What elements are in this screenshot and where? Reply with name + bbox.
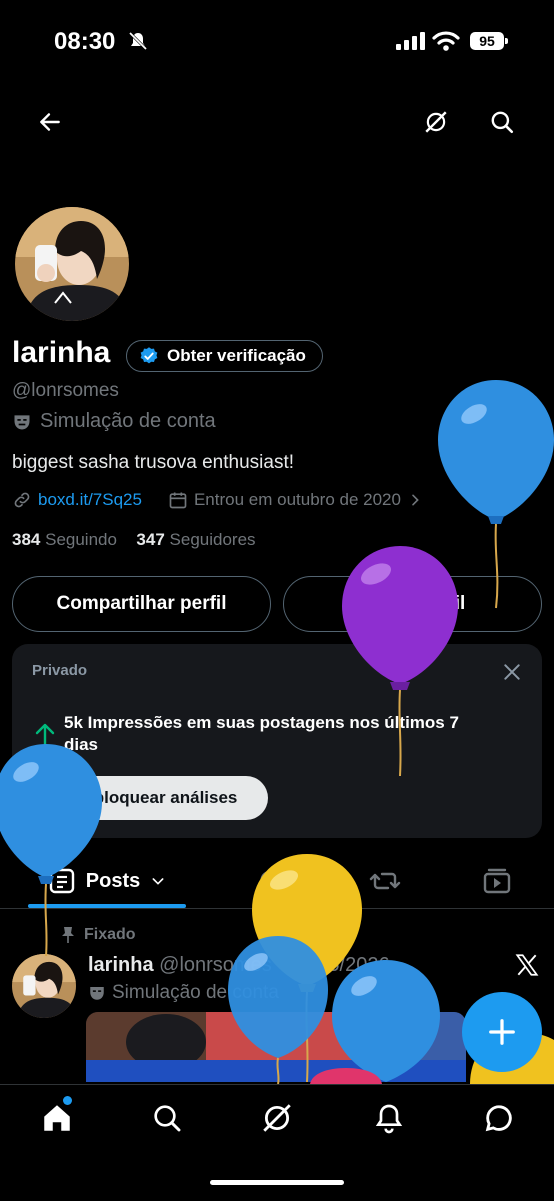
close-card-button[interactable]	[496, 656, 528, 688]
blue-balloon-icon	[0, 744, 102, 957]
calendar-icon	[169, 492, 187, 509]
tab-media[interactable]	[472, 856, 522, 906]
joined-date: Entrou em outubro de 2020	[193, 490, 401, 509]
media-icon	[483, 868, 511, 894]
pink-balloon-icon	[310, 1068, 382, 1084]
home-icon	[44, 1105, 70, 1131]
search-button[interactable]	[482, 102, 522, 142]
nav-messages[interactable]	[474, 1100, 524, 1136]
profile-link[interactable]: boxd.it/7Sq25	[38, 490, 142, 510]
battery-indicator: 95	[470, 32, 508, 50]
share-profile-button[interactable]: Compartilhar perfil	[12, 576, 271, 632]
avatar-photo	[15, 207, 129, 321]
back-button[interactable]	[30, 102, 70, 142]
simulation-text: Simulação de conta	[40, 410, 216, 432]
search-icon	[154, 1105, 181, 1132]
x-logo-icon	[515, 954, 539, 976]
grok-icon	[425, 111, 447, 133]
avatar-photo	[12, 954, 76, 1018]
nav-grok[interactable]	[252, 1100, 302, 1136]
profile-handle: @lonrsomes	[12, 380, 119, 401]
theater-mask-icon	[90, 987, 104, 1000]
profile-meta: boxd.it/7Sq25 Entrou em outubro de 2020	[12, 490, 423, 510]
link-icon	[14, 492, 30, 508]
cellular-signal-icon	[396, 32, 425, 50]
chat-bubble-icon	[485, 1105, 512, 1132]
follow-counts: 384 Seguindo 347 Seguidores	[12, 530, 256, 550]
theater-mask-icon	[14, 414, 30, 429]
nav-home[interactable]	[32, 1096, 82, 1136]
get-verified-button[interactable]: Obter verificação	[126, 340, 323, 372]
tab-reposts[interactable]	[360, 856, 410, 906]
arrow-left-icon	[40, 113, 60, 131]
chevron-down-icon	[152, 878, 164, 885]
simulation-label: Simulação de conta	[12, 410, 216, 433]
purple-balloon-icon	[342, 546, 458, 777]
plus-icon	[489, 1019, 515, 1045]
profile-bio: biggest sasha trusova enthusiast!	[12, 452, 295, 473]
search-icon	[491, 111, 514, 134]
status-time: 08:30	[54, 28, 116, 55]
blue-balloon-icon	[228, 936, 328, 1084]
post-avatar[interactable]	[12, 954, 76, 1018]
wifi-icon	[432, 31, 460, 51]
followers-link[interactable]: 347 Seguidores	[136, 530, 255, 549]
chevron-right-icon[interactable]	[407, 492, 423, 508]
compose-button[interactable]	[462, 992, 542, 1072]
nav-search[interactable]	[142, 1100, 192, 1136]
silent-bell-icon	[128, 31, 148, 51]
following-link[interactable]: 384 Seguindo	[12, 530, 117, 549]
bell-icon	[375, 1104, 403, 1134]
grok-icon	[263, 1104, 291, 1132]
home-indicator	[210, 1180, 344, 1185]
verified-badge-icon	[140, 347, 158, 364]
notification-dot	[63, 1096, 72, 1105]
profile-avatar[interactable]	[12, 204, 132, 324]
get-verified-label: Obter verificação	[167, 346, 306, 365]
grok-button[interactable]	[416, 102, 456, 142]
close-icon	[504, 664, 520, 680]
repost-icon	[369, 872, 401, 890]
nav-notifications[interactable]	[364, 1100, 414, 1136]
private-label: Privado	[32, 662, 88, 679]
profile-name: larinha	[12, 336, 111, 369]
